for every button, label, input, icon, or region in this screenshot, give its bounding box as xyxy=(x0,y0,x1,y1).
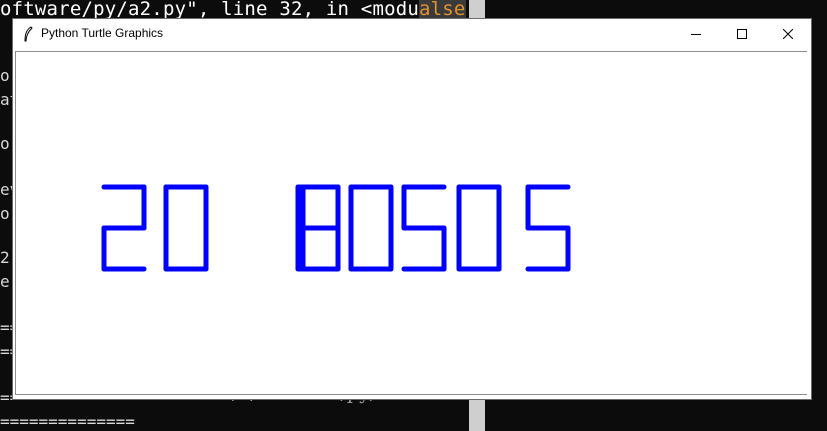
minimize-icon xyxy=(691,34,701,35)
maximize-button[interactable] xyxy=(719,19,765,49)
terminal-separator-line: ============== xyxy=(0,412,135,431)
maximize-icon xyxy=(737,29,747,39)
highlighted-text: alse xyxy=(419,0,466,20)
close-icon xyxy=(783,29,793,39)
minimize-button[interactable] xyxy=(673,19,719,49)
digit-0 xyxy=(456,184,502,272)
window-title: Python Turtle Graphics xyxy=(41,26,164,40)
digit-5 xyxy=(401,184,447,272)
window-titlebar[interactable]: Python Turtle Graphics xyxy=(13,19,811,49)
terminal-error-line: oftware/py/a2.py", line 32, in <modualse… xyxy=(0,0,477,20)
close-button[interactable] xyxy=(765,19,811,49)
digit-0 xyxy=(348,184,394,272)
feather-icon xyxy=(24,26,33,42)
turtle-window[interactable]: Python Turtle Graphics xyxy=(12,18,812,400)
seven-segment-display xyxy=(101,184,571,272)
digit-2 xyxy=(101,184,147,272)
turtle-canvas[interactable] xyxy=(15,51,807,395)
digit-5 xyxy=(525,184,571,272)
digit-0 xyxy=(163,184,209,272)
terminal-fragment: e xyxy=(0,272,10,291)
